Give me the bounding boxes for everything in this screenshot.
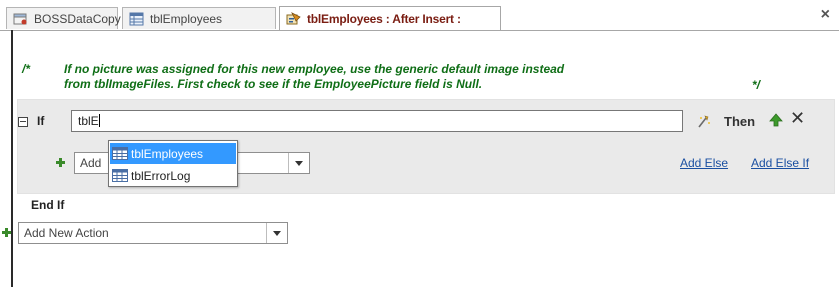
editor-left-border: [11, 30, 13, 287]
chevron-down-icon[interactable]: [266, 223, 287, 243]
comment-open-marker: /*: [22, 62, 31, 76]
text-cursor: [98, 114, 100, 127]
table-icon: [112, 169, 128, 182]
add-else-if-link[interactable]: Add Else If: [751, 156, 809, 170]
autocomplete-item-tblerrorlog[interactable]: tblErrorLog: [110, 165, 236, 186]
expression-builder-icon[interactable]: [697, 115, 711, 128]
condition-text: tblE: [78, 114, 99, 128]
comment-close-marker: */: [752, 78, 761, 92]
tab-label: tblEmployees: [150, 11, 223, 26]
tab-label: BOSSDataCopy: [34, 11, 121, 26]
tab-label: tblEmployees : After Insert :: [307, 11, 461, 26]
close-tab-icon[interactable]: ×: [821, 7, 830, 23]
tab-after-insert-macro[interactable]: tblEmployees : After Insert :: [279, 6, 501, 30]
autocomplete-item-label: tblErrorLog: [131, 168, 191, 183]
delete-block-icon[interactable]: ✕: [790, 109, 805, 127]
move-up-icon[interactable]: [769, 113, 783, 127]
end-if-keyword: End If: [31, 198, 65, 212]
add-action-plus-icon: [56, 158, 65, 167]
add-new-action-plus-icon: [2, 228, 11, 237]
comment-line: If no picture was assigned for this new …: [64, 62, 565, 76]
table-icon: [112, 147, 128, 160]
if-keyword: If: [37, 114, 45, 128]
collapse-toggle-icon[interactable]: [18, 117, 28, 127]
add-else-link[interactable]: Add Else: [680, 156, 728, 170]
condition-input[interactable]: tblE: [71, 110, 683, 132]
add-new-action-combo[interactable]: Add New Action: [18, 222, 288, 244]
tab-bossdatacopy[interactable]: BOSSDataCopy: [6, 7, 121, 29]
combo-value: Add New Action: [24, 226, 109, 240]
then-keyword: Then: [724, 114, 756, 129]
combo-value: Add: [80, 156, 102, 170]
tab-tblemployees[interactable]: tblEmployees: [122, 7, 276, 29]
document-tab-bar: BOSSDataCopy tblEmployees tblEmployees :…: [0, 0, 839, 31]
chevron-down-icon[interactable]: [288, 153, 309, 173]
comment-line: from tblImageFiles. First check to see i…: [64, 77, 483, 91]
autocomplete-list: tblEmployees tblErrorLog: [108, 140, 238, 187]
table-icon: [129, 12, 144, 26]
database-icon: [13, 12, 28, 26]
macro-icon: [286, 11, 301, 26]
autocomplete-item-label: tblEmployees: [131, 146, 204, 161]
autocomplete-item-tblemployees[interactable]: tblEmployees: [110, 143, 236, 164]
